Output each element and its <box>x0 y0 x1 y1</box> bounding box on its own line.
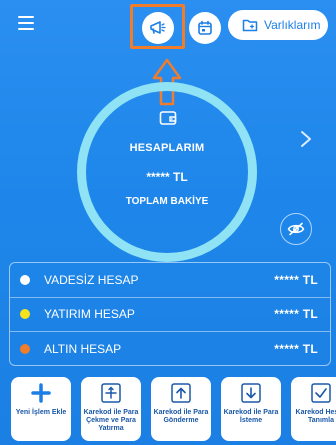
qr-define-icon <box>311 383 331 403</box>
account-balance: ***** TL <box>274 307 318 322</box>
folder-icon <box>242 19 258 32</box>
qr-request-icon <box>241 383 261 403</box>
qr-withdraw-icon <box>101 383 121 403</box>
top-bar: Varlıklarım <box>0 0 336 56</box>
assets-button[interactable]: Varlıklarım <box>228 10 328 40</box>
chevron-right-icon[interactable] <box>300 130 312 148</box>
qr-define-account-button[interactable]: Karekod Hesap Tanımla <box>291 377 336 441</box>
qr-send-icon <box>171 383 191 403</box>
account-dot-orange <box>20 344 30 355</box>
quick-actions: Yeni İşlem Ekle Karekod ile Para Çekme v… <box>0 377 336 445</box>
qr-send-button[interactable]: Karekod ile Para Gönderme <box>151 377 211 441</box>
account-row-vadesiz[interactable]: VADESİZ HESAP ***** TL <box>10 263 330 298</box>
action-label: Karekod ile Para İsteme <box>223 409 279 424</box>
accounts-list: VADESİZ HESAP ***** TL YATIRIM HESAP ***… <box>9 262 331 366</box>
hamburger-icon[interactable] <box>18 14 38 32</box>
new-transaction-button[interactable]: Yeni İşlem Ekle <box>11 377 71 441</box>
action-label: Karekod Hesap Tanımla <box>295 409 336 424</box>
qr-withdraw-button[interactable]: Karekod ile Para Çekme ve Para Yatırma <box>81 377 141 441</box>
eye-off-icon <box>287 222 305 236</box>
total-balance-label: TOPLAM BAKİYE <box>125 196 209 207</box>
account-dot-yellow <box>20 309 30 320</box>
account-name: ALTIN HESAP <box>44 342 122 357</box>
qr-request-button[interactable]: Karekod ile Para İsteme <box>221 377 281 441</box>
assets-button-label: Varlıklarım <box>264 18 321 32</box>
wallet-icon <box>159 111 177 125</box>
account-name: VADESİZ HESAP <box>44 272 139 287</box>
account-balance: ***** TL <box>274 272 318 287</box>
highlight-box <box>130 4 185 49</box>
total-balance-amount: ***** TL <box>146 170 188 184</box>
plus-icon <box>31 383 51 403</box>
balance-summary[interactable]: HESAPLARIM ***** TL TOPLAM BAKİYE <box>77 82 257 262</box>
calendar-icon <box>198 20 212 35</box>
account-dot-white <box>20 274 30 285</box>
action-label: Yeni İşlem Ekle <box>15 409 67 416</box>
action-label: Karekod ile Para Gönderme <box>153 409 209 424</box>
account-name: YATIRIM HESAP <box>44 307 135 322</box>
account-balance: ***** TL <box>274 342 318 357</box>
accounts-label: HESAPLARIM <box>129 142 205 154</box>
action-label: Karekod ile Para Çekme ve Para Yatırma <box>83 409 139 432</box>
calendar-button[interactable] <box>189 12 221 44</box>
account-row-altin[interactable]: ALTIN HESAP ***** TL <box>10 332 330 365</box>
account-row-yatirim[interactable]: YATIRIM HESAP ***** TL <box>10 298 330 333</box>
hide-balance-button[interactable] <box>280 213 312 245</box>
